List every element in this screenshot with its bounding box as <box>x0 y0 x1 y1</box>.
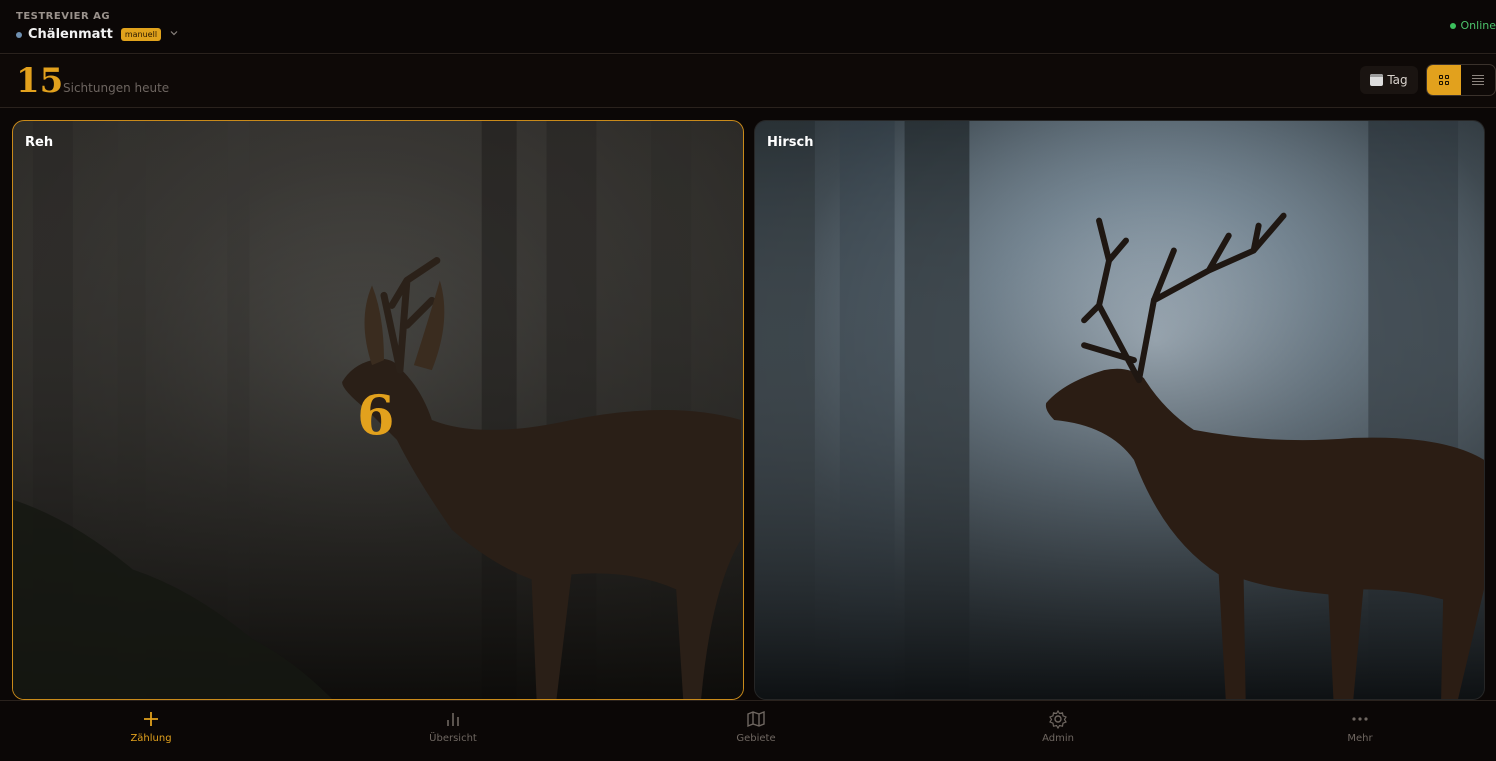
area-name: Chälenmatt <box>28 27 113 42</box>
calendar-icon <box>1370 74 1384 86</box>
grid-icon <box>1439 75 1449 85</box>
nav-label: Zählung <box>130 733 172 744</box>
nav-item-uebersicht[interactable]: Übersicht <box>393 709 513 744</box>
nav-item-gebiete[interactable]: Gebiete <box>696 709 816 744</box>
sightings-count: 15 <box>16 61 64 101</box>
bar-chart-icon <box>447 713 459 726</box>
org-name: TESTREVIER AG <box>16 11 111 22</box>
species-card-reh[interactable]: Reh 6 <box>12 120 744 700</box>
top-bar: TESTREVIER AG Chälenmatt manuell Online <box>0 0 1496 54</box>
grid-view-button[interactable] <box>1427 65 1461 95</box>
list-view-button[interactable] <box>1461 65 1495 95</box>
list-icon <box>1472 75 1484 85</box>
nav-item-admin[interactable]: Admin <box>998 709 1118 744</box>
period-day-button[interactable]: Tag <box>1360 66 1418 94</box>
plus-icon <box>144 712 158 726</box>
red-deer-photo <box>755 121 1484 699</box>
nav-item-zaehlung[interactable]: Zählung <box>91 709 211 744</box>
connection-status: Online <box>1449 19 1496 32</box>
online-dot <box>1449 22 1456 29</box>
species-card-hirsch[interactable]: Hirsch <box>754 120 1485 700</box>
summary-bar: 15 Sichtungen heute Tag <box>0 55 1496 108</box>
nav-label: Gebiete <box>736 733 776 744</box>
map-icon <box>747 710 765 728</box>
gear-icon <box>1049 709 1067 729</box>
chevron-down-icon[interactable] <box>169 28 179 41</box>
sightings-label: Sichtungen heute <box>63 81 170 95</box>
view-toggle <box>1426 64 1496 96</box>
nav-label: Mehr <box>1347 733 1373 744</box>
mode-badge: manuell <box>120 28 162 41</box>
bottom-nav: Zählung Übersicht Gebiete Admin Mehr <box>0 700 1496 761</box>
area-status-dot <box>16 31 22 38</box>
nav-label: Admin <box>1042 733 1074 744</box>
species-label: Hirsch <box>767 135 814 150</box>
status-text: Online <box>1460 19 1496 32</box>
more-dots-icon <box>1352 717 1368 721</box>
area-selector[interactable]: Chälenmatt manuell <box>16 27 179 42</box>
nav-item-mehr[interactable]: Mehr <box>1300 709 1420 744</box>
period-day-label: Tag <box>1387 73 1408 87</box>
nav-label: Übersicht <box>429 733 477 744</box>
species-label: Reh <box>25 135 54 150</box>
species-count: 6 <box>357 383 395 447</box>
